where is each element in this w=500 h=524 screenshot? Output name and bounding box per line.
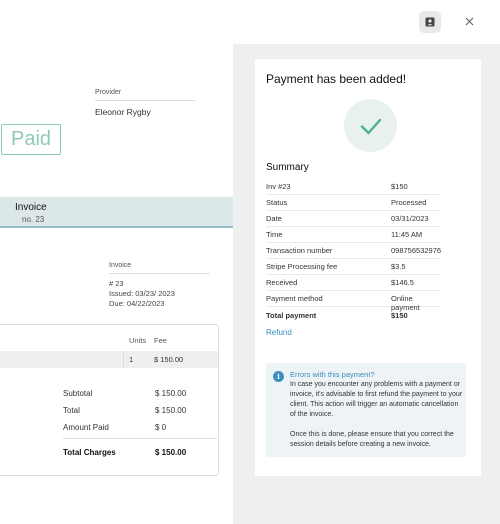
table-row: 1 $ 150.00 — [0, 351, 218, 368]
summary-label: Transaction number — [266, 246, 333, 255]
checkmark-icon — [360, 118, 381, 134]
notice-paragraph: In case you encounter any problems with … — [290, 381, 463, 418]
payment-error-notice: i Errors with this payment? In case you … — [266, 363, 466, 457]
invoice-meta-number: # 23 — [109, 279, 124, 288]
cell-units: 1 — [129, 355, 134, 364]
invoice-number: no. 23 — [22, 215, 45, 224]
summary-value: 03/31/2023 — [391, 214, 429, 223]
summary-label: Status — [266, 198, 288, 207]
divider — [95, 100, 196, 101]
refund-link[interactable]: Refund — [266, 328, 292, 337]
amount-paid-value: $ 0 — [155, 423, 167, 432]
summary-value: $150 — [391, 182, 408, 191]
divider — [123, 351, 124, 368]
summary-value: 098756532976 — [391, 246, 442, 255]
summary-value: $146.5 — [391, 278, 414, 287]
summary-row: Transaction number 098756532976 — [266, 243, 441, 259]
total-charges-value: $ 150.00 — [155, 448, 187, 457]
summary-label: Inv #23 — [266, 182, 291, 191]
invoice-preview: Provider Eleonor Rygby Paid Invoice no. … — [0, 44, 233, 524]
top-bar — [0, 0, 500, 44]
notice-title: Errors with this payment? — [290, 370, 375, 379]
summary-row: Date 03/31/2023 — [266, 211, 441, 227]
success-badge — [344, 99, 397, 152]
divider — [63, 438, 217, 439]
info-icon: i — [273, 371, 284, 382]
notice-paragraph: Once this is done, please ensure that yo… — [290, 431, 454, 448]
total-charges-label: Total Charges — [63, 448, 116, 457]
summary-label: Time — [266, 230, 283, 239]
summary-label: Stripe Processing fee — [266, 262, 338, 271]
summary-label: Received — [266, 278, 298, 287]
provider-label: Provider — [95, 89, 122, 96]
invoice-meta-label: Invoice — [109, 262, 132, 269]
subtotal-value: $ 150.00 — [155, 389, 187, 398]
summary-value: 11:45 AM — [391, 230, 423, 239]
content-area: Provider Eleonor Rygby Paid Invoice no. … — [0, 44, 500, 524]
summary-row: Status Processed — [266, 195, 441, 211]
summary-row: Received $146.5 — [266, 275, 441, 291]
invoice-issued-date: Issued: 03/23/ 2023 — [109, 289, 175, 298]
subtotal-label: Subtotal — [63, 389, 93, 398]
close-button[interactable] — [460, 12, 478, 30]
summary-label: Date — [266, 214, 282, 223]
close-icon — [465, 17, 473, 25]
summary-heading: Summary — [266, 162, 309, 173]
invoice-table: Units Fee 1 $ 150.00 Subtotal $ 150.00 T… — [0, 324, 219, 476]
summary-value: $3.5 — [391, 262, 406, 271]
summary-row: Time 11:45 AM — [266, 227, 441, 243]
panel-title: Payment has been added! — [266, 72, 407, 86]
contact-card-button[interactable] — [419, 11, 441, 33]
summary-row: Inv #23 $150 — [266, 179, 441, 195]
payment-confirmation-panel: Payment has been added! Summary Inv #23 … — [255, 59, 481, 476]
summary-label: Payment method — [266, 294, 323, 303]
column-header-units: Units — [129, 336, 147, 345]
total-label: Total — [63, 406, 80, 415]
column-header-fee: Fee — [154, 336, 167, 345]
summary-total-row: Total payment $150 — [266, 308, 441, 324]
summary-label: Total payment — [266, 311, 317, 320]
amount-paid-label: Amount Paid — [63, 423, 109, 432]
total-value: $ 150.00 — [155, 406, 187, 415]
provider-name: Eleonor Rygby — [95, 107, 151, 117]
summary-value: $150 — [391, 311, 408, 320]
contact-card-icon — [425, 17, 435, 27]
invoice-title: Invoice — [15, 202, 47, 213]
invoice-header-band: Invoice no. 23 — [0, 197, 233, 228]
summary-value: Processed — [391, 198, 427, 207]
invoice-due-date: Due: 04/22/2023 — [109, 299, 165, 308]
paid-stamp: Paid — [1, 124, 61, 155]
notice-body: In case you encounter any problems with … — [290, 380, 464, 460]
summary-row: Payment method Online payment — [266, 291, 441, 312]
divider — [109, 273, 210, 274]
summary-row: Stripe Processing fee $3.5 — [266, 259, 441, 275]
cell-fee: $ 150.00 — [154, 355, 184, 364]
